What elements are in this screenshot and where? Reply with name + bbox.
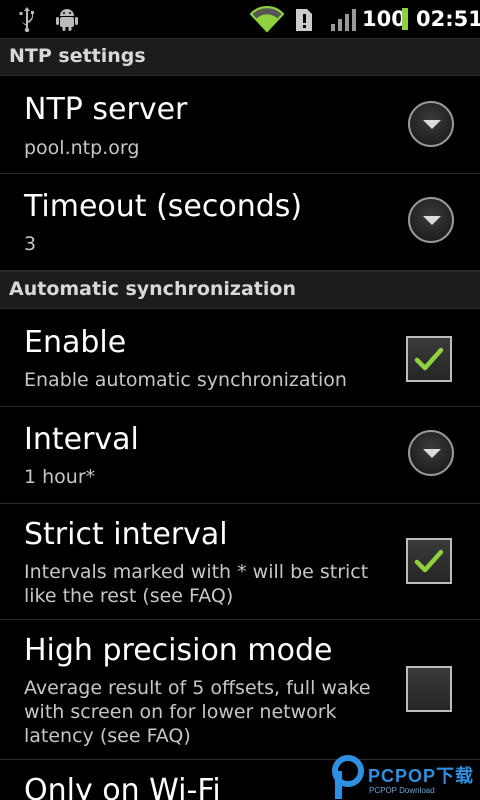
pref-strict-interval[interactable]: Strict interval Intervals marked with * … (0, 504, 480, 620)
wifi-icon (250, 6, 284, 33)
status-bar: 100 02:51 (0, 0, 480, 38)
battery-icon (402, 8, 408, 30)
checkmark-icon (414, 347, 444, 371)
checkmark-icon (414, 549, 444, 573)
dropdown-arrow-icon[interactable] (408, 101, 454, 147)
clock: 02:51 (416, 7, 480, 31)
pref-title: Enable (24, 325, 127, 360)
pref-summary: Enable automatic synchronization (24, 369, 347, 391)
pcpop-watermark: PCPOP下载 PCPOP Download (330, 755, 480, 800)
dropdown-arrow-icon[interactable] (408, 430, 454, 476)
pcpop-logo-icon (332, 755, 364, 799)
pref-title: Interval (24, 422, 139, 457)
pref-enable[interactable]: Enable Enable automatic synchronization (0, 309, 480, 407)
dropdown-arrow-icon[interactable] (408, 197, 454, 243)
watermark-subtext: PCPOP Download (369, 786, 435, 795)
category-title: Automatic synchronization (9, 278, 296, 300)
usb-icon (19, 7, 34, 32)
category-ntp-settings: NTP settings (0, 38, 480, 76)
pref-interval[interactable]: Interval 1 hour* (0, 407, 480, 504)
strict-interval-checkbox[interactable] (406, 538, 452, 584)
pref-summary: Intervals marked with * will be strict l… (24, 561, 369, 607)
pref-title: High precision mode (24, 633, 333, 668)
signal-icon (331, 9, 356, 31)
pref-summary: 3 (24, 233, 37, 255)
high-precision-checkbox[interactable] (406, 666, 452, 712)
pref-timeout[interactable]: Timeout (seconds) 3 (0, 174, 480, 271)
enable-checkbox[interactable] (406, 336, 452, 382)
pref-title: Timeout (seconds) (24, 189, 303, 224)
pref-ntp-server[interactable]: NTP server pool.ntp.org (0, 76, 480, 174)
battery-level: 100 (362, 7, 406, 31)
pref-title: Strict interval (24, 517, 228, 552)
android-debug-icon (56, 9, 78, 31)
category-title: NTP settings (9, 45, 146, 67)
watermark-text: PCPOP下载 (368, 766, 475, 786)
pref-title: Only on Wi-Fi (24, 773, 221, 800)
pref-summary: pool.ntp.org (24, 137, 140, 159)
pref-title: NTP server (24, 92, 188, 127)
pref-summary: 1 hour* (24, 466, 96, 488)
pref-high-precision[interactable]: High precision mode Average result of 5 … (0, 620, 480, 760)
screen: 100 02:51 NTP settings NTP server pool.n… (0, 0, 480, 800)
category-auto-sync: Automatic synchronization (0, 271, 480, 309)
pref-summary: Average result of 5 offsets, full wake w… (24, 677, 371, 747)
alert-icon (296, 9, 312, 31)
